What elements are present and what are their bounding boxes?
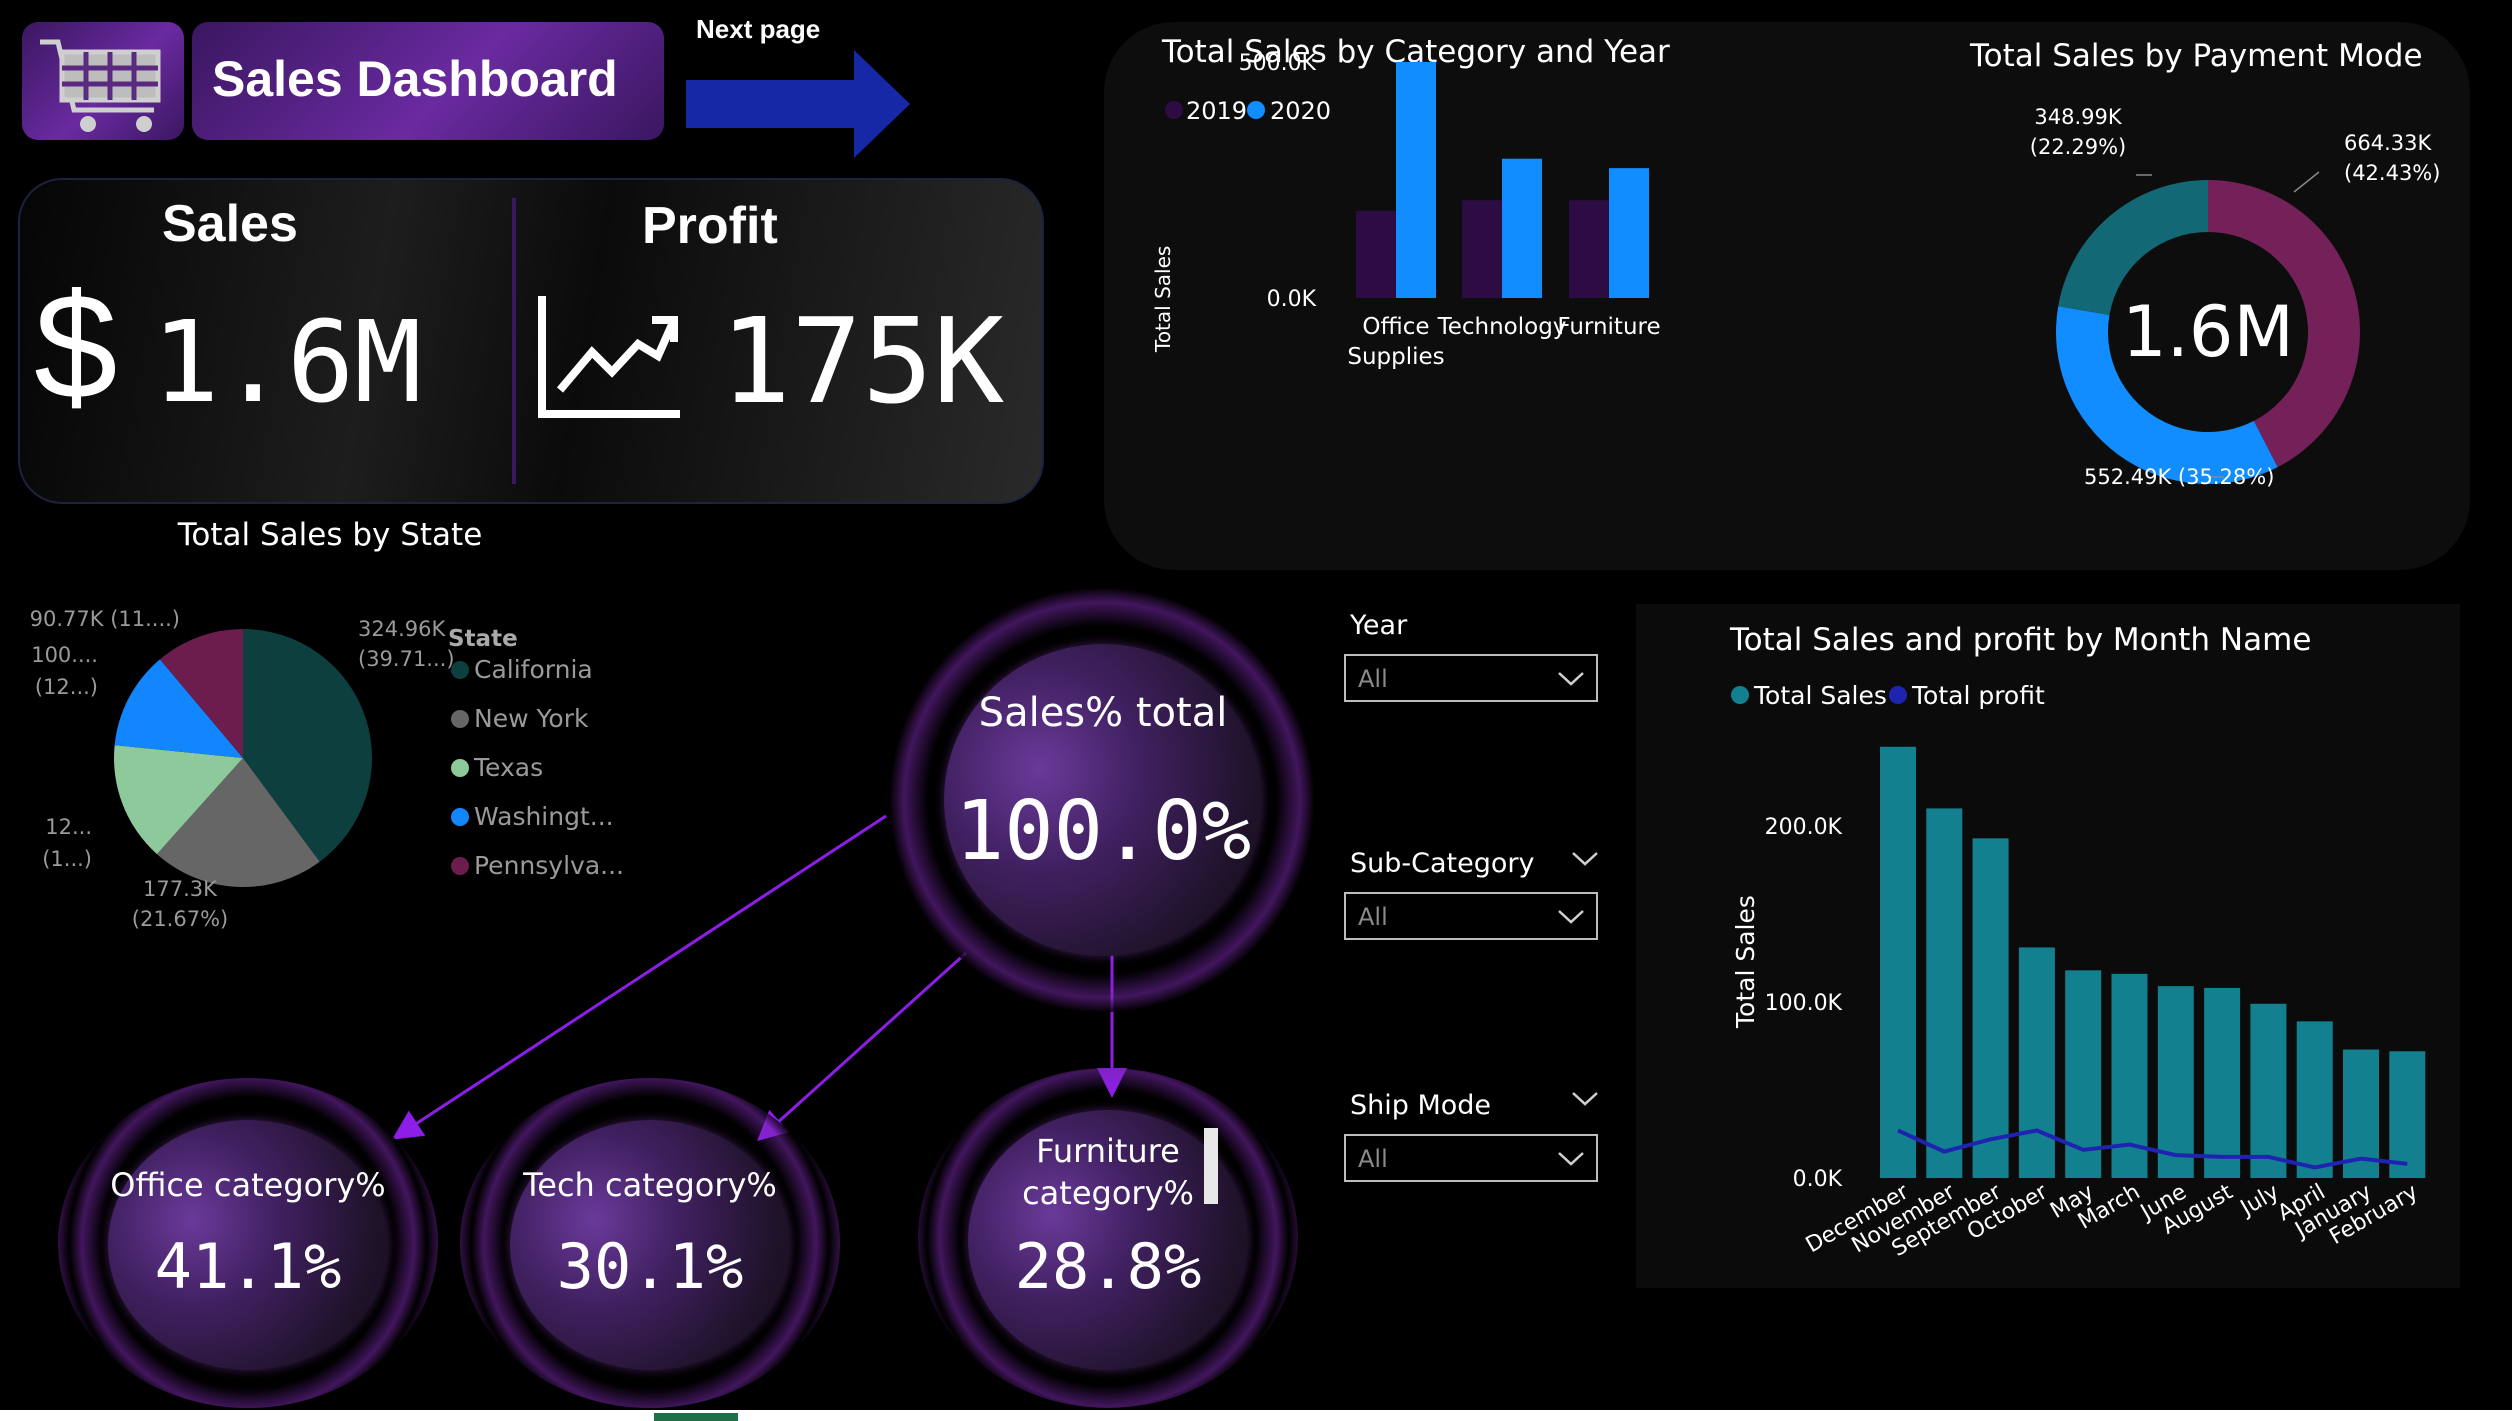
subcategory-slicer-label: Sub-Category [1350,848,1535,879]
total-circle: Sales% total 100.0% [944,644,1262,956]
total-circle-title: Sales% total [978,690,1228,736]
month-chart: Total Sales and profit by Month Name Tot… [1729,622,2426,1262]
month-bar-september [1972,838,2009,1178]
month-bar-november [1926,808,1963,1178]
legend-label-total-profit: Total profit [1911,681,2045,710]
year-slicer-value: All [1358,665,1388,693]
subcategory-header-chevron-icon[interactable] [1572,852,1598,866]
total-circle-value: 100.0% [954,784,1252,879]
chevron-down-icon [1558,672,1584,686]
office-circle-value: 41.1% [154,1230,342,1303]
year-slicer-label: Year [1350,610,1408,641]
month-bar-august [2204,987,2241,1178]
year-slicer-dropdown[interactable]: All [1344,654,1598,702]
legend-label-total-sales: Total Sales [1753,681,1887,710]
tech-circle-title: Tech category% [523,1166,777,1204]
legend-swatch-total-sales [1731,686,1749,704]
month-x-tick-8: July [2235,1180,2284,1222]
chevron-down-icon [1558,910,1584,924]
month-bar-february [2389,1051,2426,1178]
shipmode-slicer-dropdown[interactable]: All [1344,1134,1598,1182]
month-y-tick-2: 200.0K [1765,815,1843,840]
legend-swatch-total-profit [1889,686,1907,704]
tech-circle-value: 30.1% [556,1230,744,1303]
month-bar-june [2157,986,2194,1178]
shipmode-slicer-label: Ship Mode [1350,1090,1492,1121]
active-page-tab-indicator[interactable] [654,1413,738,1421]
month-bar-december [1880,746,1916,1178]
month-bar-july [2250,1003,2287,1178]
furniture-scroll-indicator[interactable] [1204,1128,1218,1204]
shipmode-slicer-value: All [1358,1145,1388,1173]
shipmode-header-chevron-icon[interactable] [1572,1092,1598,1106]
bottom-page-strip [0,1410,2512,1421]
chevron-down-icon [1558,1152,1584,1166]
month-bar-october [2018,947,2055,1178]
office-circle-title: Office category% [110,1166,386,1204]
month-y-tick-1: 100.0K [1765,991,1843,1016]
office-circle: Office category% 41.1% [108,1120,388,1370]
month-bar-april [2296,1021,2333,1178]
month-y-axis-label: Total Sales [1731,895,1760,1029]
subcategory-slicer-value: All [1358,903,1388,931]
month-chart-title: Total Sales and profit by Month Name [1729,622,2311,658]
month-y-tick-0: 0.0K [1793,1167,1843,1192]
furniture-circle-value: 28.8% [1014,1230,1202,1303]
subcategory-slicer-dropdown[interactable]: All [1344,892,1598,940]
tech-circle: Tech category% 30.1% [510,1120,790,1370]
